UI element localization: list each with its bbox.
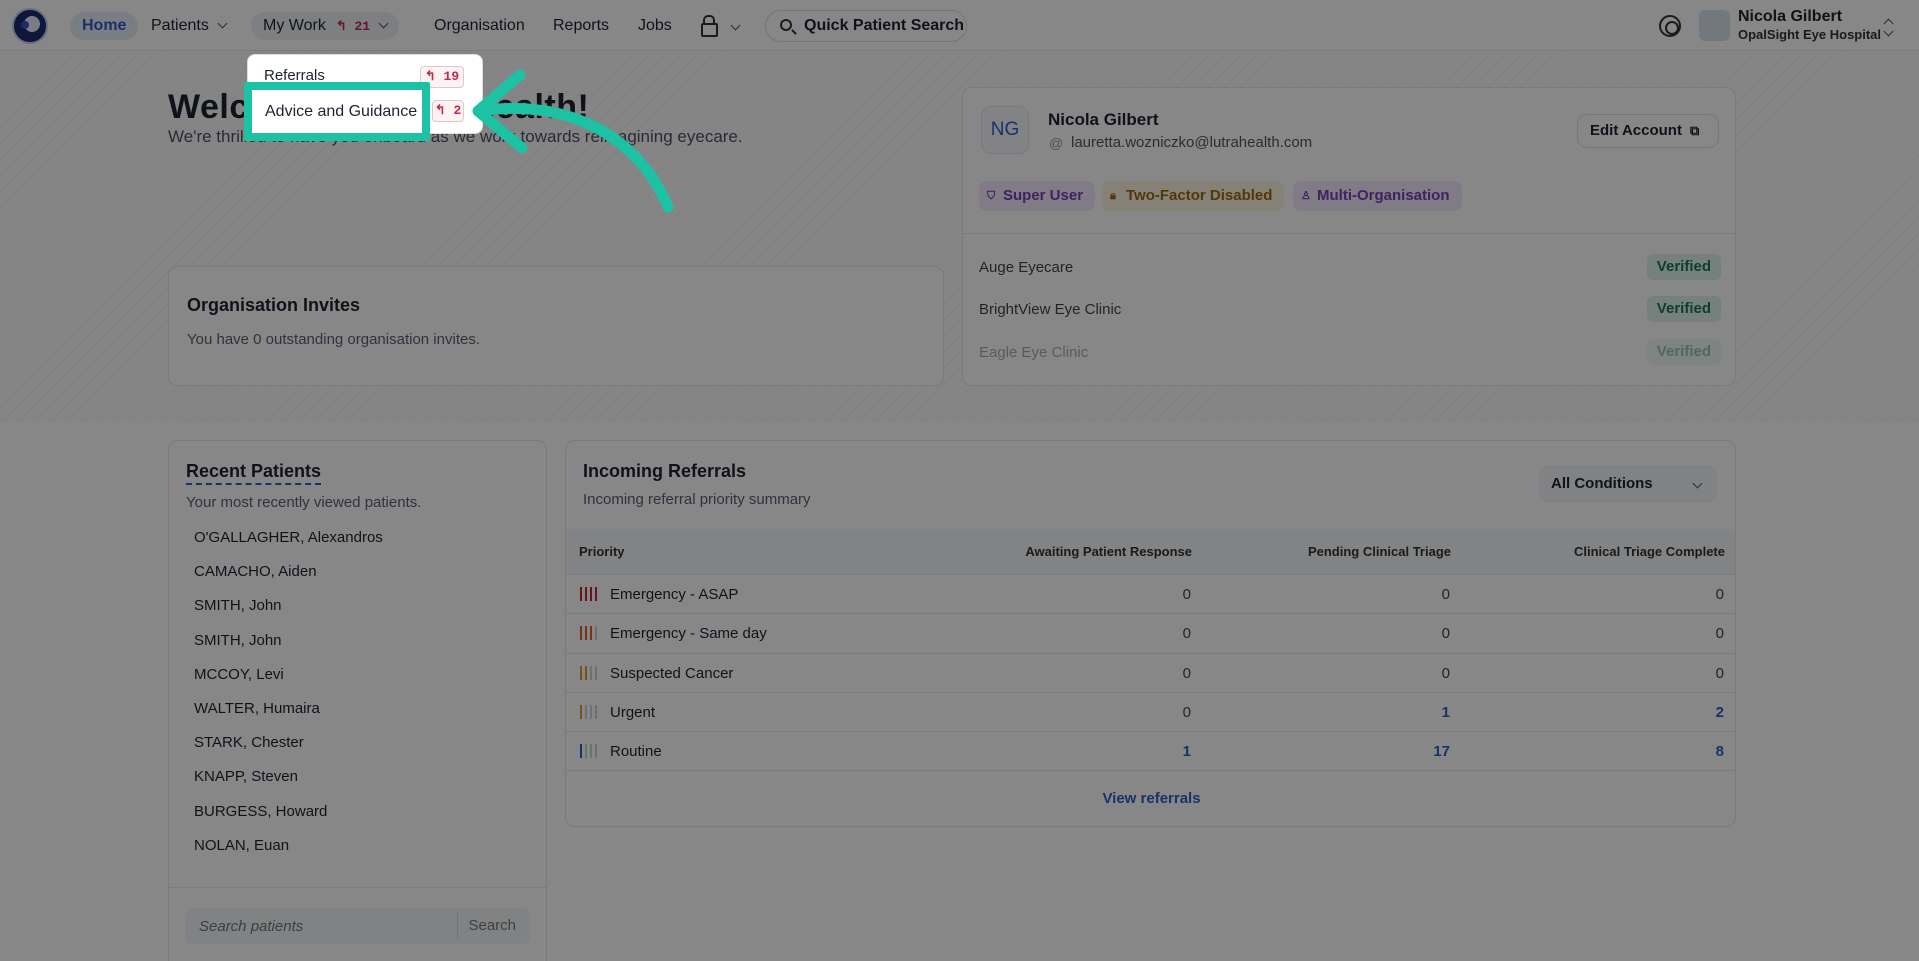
tutorial-arrow-icon	[472, 69, 674, 213]
